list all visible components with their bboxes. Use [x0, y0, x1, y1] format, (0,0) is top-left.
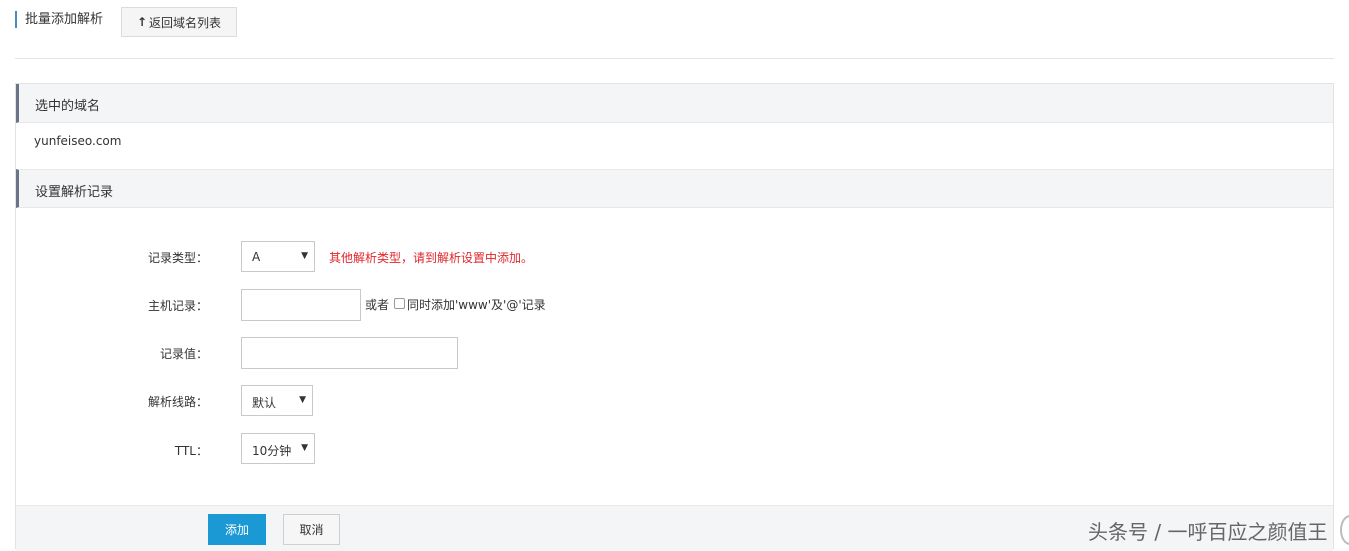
record-value-input[interactable]	[241, 337, 458, 369]
resolution-line-label: 解析线路：	[147, 395, 208, 409]
host-record-label: 主机记录：	[147, 299, 208, 313]
page-title: 批量添加解析	[25, 12, 104, 27]
dropdown-caret-icon: ▼	[301, 443, 308, 453]
add-www-and-at-label: 同时添加'www'及'@'记录	[407, 298, 546, 312]
host-record-input[interactable]	[241, 289, 361, 321]
title-accent-bar	[15, 11, 17, 28]
record-type-value: A	[252, 250, 261, 264]
dropdown-caret-icon: ▼	[301, 251, 308, 261]
add-button[interactable]: 添加	[208, 514, 266, 545]
resolution-line-select[interactable]: 默认 ▼	[241, 385, 313, 416]
cancel-button[interactable]: 取消	[283, 514, 340, 545]
section-record-settings-title: 设置解析记录	[35, 185, 114, 200]
record-value-label: 记录值：	[159, 347, 208, 361]
record-type-hint: 其他解析类型，请到解析设置中添加。	[329, 251, 534, 265]
dropdown-caret-icon: ▼	[299, 395, 306, 405]
ttl-label: TTL：	[174, 444, 208, 458]
batch-add-panel: 选中的域名 yunfeiseo.com 设置解析记录 记录类型： A ▼ 其他解…	[15, 83, 1334, 551]
watermark-text: 头条号 / 一呼百应之颜值王	[1088, 520, 1328, 544]
add-www-and-at-checkbox[interactable]	[394, 298, 405, 309]
section-selected-domain-header: 选中的域名	[16, 84, 1333, 123]
ttl-value: 10分钟	[252, 444, 292, 458]
section-record-settings-header: 设置解析记录	[16, 169, 1333, 208]
section-selected-domain-title: 选中的域名	[35, 99, 101, 114]
resolution-line-value: 默认	[252, 396, 277, 410]
back-button-label: 返回域名列表	[149, 15, 222, 30]
corner-decoration	[1340, 515, 1349, 545]
record-type-label: 记录类型：	[147, 251, 208, 265]
or-label: 或者	[365, 298, 390, 312]
selected-domain-value: yunfeiseo.com	[34, 134, 122, 148]
back-to-domain-list-button[interactable]: ↑ 返回域名列表	[121, 7, 237, 37]
arrow-up-icon: ↑	[136, 15, 148, 29]
ttl-select[interactable]: 10分钟 ▼	[241, 433, 315, 464]
record-type-select[interactable]: A ▼	[241, 241, 315, 272]
header-divider	[15, 58, 1334, 59]
